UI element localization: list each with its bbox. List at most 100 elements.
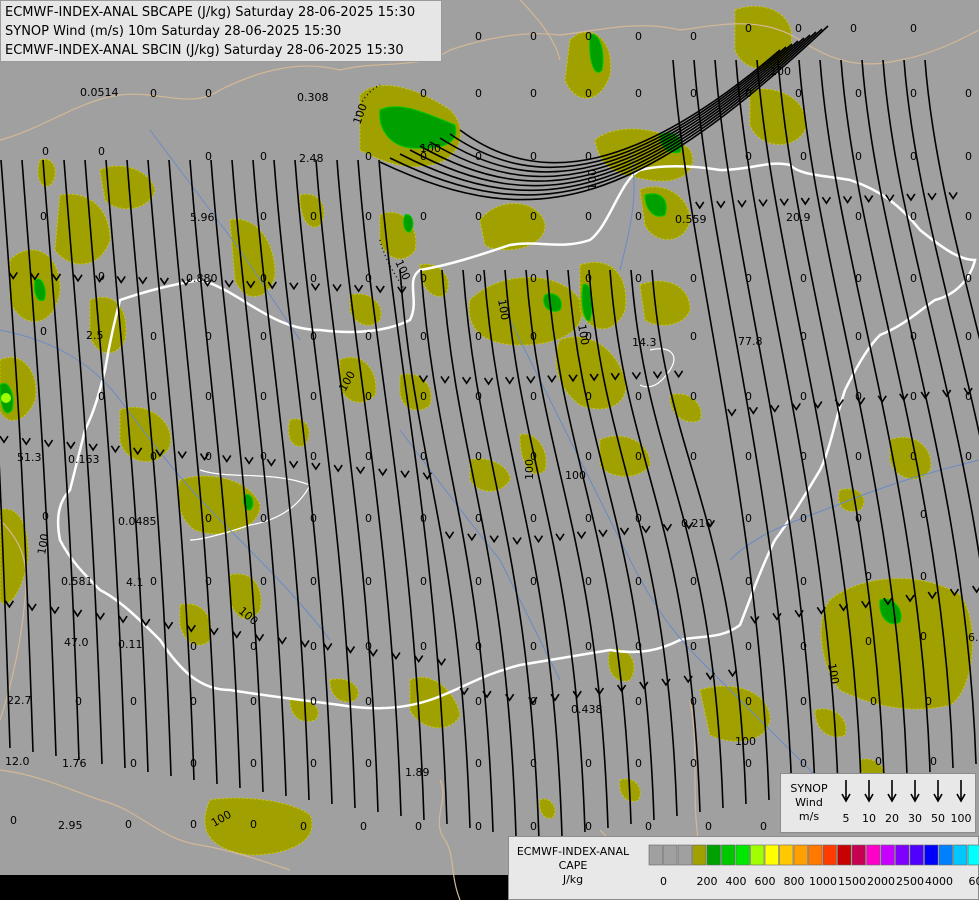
cin-contour-label: 100 xyxy=(770,65,791,78)
map-zero-label: 0 xyxy=(365,330,372,343)
map-zero-label: 0 xyxy=(585,210,592,223)
map-zero-label: 0 xyxy=(745,272,752,285)
map-zero-label: 0 xyxy=(365,640,372,653)
cape-scale-swatch xyxy=(808,844,823,866)
map-zero-label: 0 xyxy=(635,210,642,223)
map-value-label: 77.8 xyxy=(738,335,763,348)
map-zero-label: 0 xyxy=(965,450,972,463)
map-zero-label: 0 xyxy=(585,820,592,833)
map-zero-label: 0 xyxy=(585,87,592,100)
map-zero-label: 0 xyxy=(310,272,317,285)
map-zero-label: 0 xyxy=(205,450,212,463)
map-zero-label: 0 xyxy=(530,390,537,403)
map-zero-label: 0 xyxy=(150,390,157,403)
map-zero-label: 0 xyxy=(690,640,697,653)
cape-peak-marker xyxy=(1,393,11,403)
cin-contour-label: 100 xyxy=(586,169,599,190)
map-zero-label: 0 xyxy=(910,22,917,35)
map-zero-label: 0 xyxy=(420,272,427,285)
map-zero-label: 0 xyxy=(300,820,307,833)
map-zero-label: 0 xyxy=(365,757,372,770)
cape-scale-swatch xyxy=(938,844,953,866)
map-zero-label: 0 xyxy=(260,330,267,343)
map-zero-label: 0 xyxy=(365,150,372,163)
cape-scale-tick: 600 xyxy=(755,875,776,888)
map-zero-label: 0 xyxy=(190,695,197,708)
map-zero-label: 0 xyxy=(420,512,427,525)
cape-legend-title-line2: CAPE xyxy=(558,859,588,872)
map-zero-label: 0 xyxy=(800,330,807,343)
map-zero-label: 0 xyxy=(635,30,642,43)
map-zero-label: 0 xyxy=(420,640,427,653)
map-zero-label: 0 xyxy=(530,575,537,588)
map-zero-label: 0 xyxy=(365,390,372,403)
map-zero-label: 0 xyxy=(475,150,482,163)
map-zero-label: 0 xyxy=(260,210,267,223)
map-zero-label: 0 xyxy=(855,390,862,403)
map-zero-label: 0 xyxy=(760,820,767,833)
map-value-label: 0.880 xyxy=(186,272,218,285)
map-zero-label: 0 xyxy=(260,272,267,285)
map-zero-label: 0 xyxy=(530,210,537,223)
map-zero-label: 0 xyxy=(965,272,972,285)
map-zero-label: 0 xyxy=(420,330,427,343)
map-zero-label: 0 xyxy=(530,757,537,770)
cape-scale-swatch xyxy=(967,844,979,866)
map-zero-label: 0 xyxy=(635,87,642,100)
map-zero-label: 0 xyxy=(800,640,807,653)
map-zero-label: 0 xyxy=(865,570,872,583)
map-zero-label: 0 xyxy=(98,270,105,283)
map-zero-label: 0 xyxy=(910,390,917,403)
map-zero-label: 0 xyxy=(310,512,317,525)
cape-scale-swatch xyxy=(677,844,692,866)
map-zero-label: 0 xyxy=(930,755,937,768)
map-zero-label: 0 xyxy=(365,512,372,525)
map-zero-label: 0 xyxy=(855,272,862,285)
map-zero-label: 0 xyxy=(420,390,427,403)
map-zero-label: 0 xyxy=(475,390,482,403)
map-zero-label: 0 xyxy=(310,575,317,588)
cape-legend: ECMWF-INDEX-ANAL CAPE J/kg 0 200 400 600 800… xyxy=(508,836,979,900)
cape-scale-swatch xyxy=(866,844,881,866)
map-zero-label: 0 xyxy=(190,640,197,653)
map-zero-label: 0 xyxy=(965,87,972,100)
map-zero-label: 0 xyxy=(745,695,752,708)
map-zero-label: 0 xyxy=(310,210,317,223)
map-zero-label: 0 xyxy=(530,820,537,833)
map-zero-label: 0 xyxy=(690,695,697,708)
map-zero-label: 0 xyxy=(745,87,752,100)
cape-area xyxy=(820,578,973,710)
map-value-label: 0.0514 xyxy=(80,86,119,99)
map-zero-label: 0 xyxy=(530,512,537,525)
map-zero-label: 0 xyxy=(205,150,212,163)
cape-scale-tick: 1000 xyxy=(809,875,837,888)
map-zero-label: 0 xyxy=(910,272,917,285)
map-value-label: 5.96 xyxy=(190,211,215,224)
wind-legend-title-line1: SYNOP xyxy=(790,782,828,795)
map-zero-label: 0 xyxy=(310,640,317,653)
map-zero-label: 0 xyxy=(690,757,697,770)
map-zero-label: 0 xyxy=(855,87,862,100)
cape-scale-swatch xyxy=(779,844,794,866)
map-zero-label: 0 xyxy=(585,575,592,588)
map-zero-label: 0 xyxy=(98,145,105,158)
weather-map[interactable]: 0.0514 0.308 2.48 5.96 0.880 0.559 20.9 77.8 14.… xyxy=(0,0,979,900)
cape-scale-tick: 400 xyxy=(726,875,747,888)
map-value-label: 2.95 xyxy=(58,819,83,832)
map-zero-label: 0 xyxy=(42,145,49,158)
map-zero-label: 0 xyxy=(250,818,257,831)
wind-legend-unit: m/s xyxy=(798,810,820,823)
map-zero-label: 0 xyxy=(130,757,137,770)
map-zero-label: 0 xyxy=(800,512,807,525)
map-zero-label: 0 xyxy=(910,150,917,163)
map-zero-label: 0 xyxy=(635,450,642,463)
map-zero-label: 0 xyxy=(98,390,105,403)
map-zero-label: 0 xyxy=(260,450,267,463)
map-zero-label: 0 xyxy=(420,210,427,223)
wind-speed-label: 30 xyxy=(908,812,922,825)
cape-scale-swatch xyxy=(822,844,837,866)
wind-legend-item: 100 xyxy=(951,780,972,825)
cape-area-high xyxy=(403,214,414,233)
map-value-label: 22.7 xyxy=(7,694,32,707)
map-zero-label: 0 xyxy=(705,820,712,833)
